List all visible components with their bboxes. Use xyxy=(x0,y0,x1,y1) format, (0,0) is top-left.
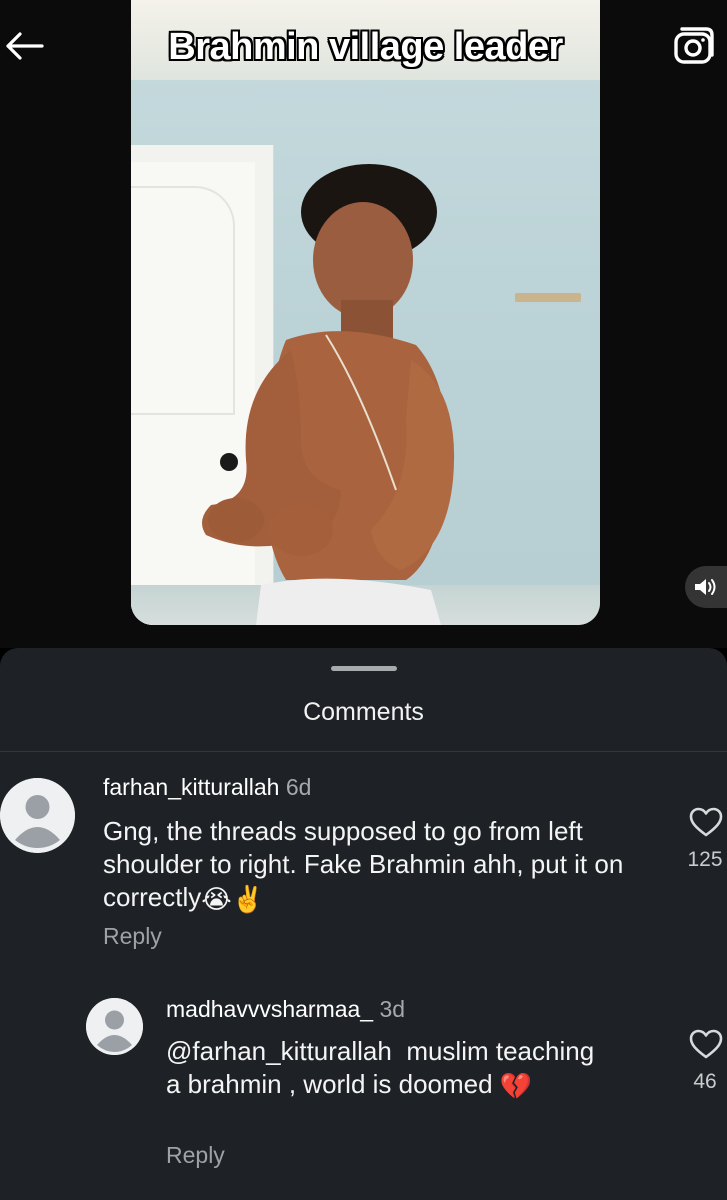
heart-icon xyxy=(689,807,723,837)
avatar[interactable] xyxy=(86,998,143,1055)
reply-button[interactable]: Reply xyxy=(166,1142,225,1169)
comment-username[interactable]: farhan_kitturallah xyxy=(103,774,279,800)
comment-timestamp: 3d xyxy=(379,996,406,1022)
back-button[interactable] xyxy=(0,22,48,70)
reel-viewer: Brahmin village leader xyxy=(0,0,727,648)
like-count: 46 xyxy=(693,1070,717,1093)
comment-emojis: 💔 xyxy=(499,1070,533,1101)
comment-text-block: Gng, the threads supposed to go from lef… xyxy=(103,815,648,916)
video-person-figure xyxy=(202,164,455,625)
camera-button[interactable] xyxy=(671,24,717,70)
comment-mention[interactable]: @farhan_kitturallah xyxy=(166,1036,392,1066)
video-wall-shelf xyxy=(515,293,581,302)
comments-sheet: Comments farhan_kitturallah 6d Gng, the … xyxy=(0,648,727,1200)
speaker-icon xyxy=(695,579,716,595)
comment-username-line: farhan_kitturallah 6d xyxy=(103,774,311,801)
reel-comments-screen: Brahmin village leader Comments farhan_k… xyxy=(0,0,727,1200)
comment-timestamp: 6d xyxy=(285,774,312,800)
video-player[interactable] xyxy=(131,0,600,625)
sound-toggle-button[interactable] xyxy=(685,566,727,608)
comment-text: Gng, the threads supposed to go from lef… xyxy=(103,816,624,912)
reply-comment-item: madhavvvsharmaa_ 3d @farhan_kitturallah … xyxy=(0,978,727,1200)
default-avatar-icon xyxy=(86,998,143,1055)
comment-emojis: 😭✌️ xyxy=(201,883,265,914)
reply-button[interactable]: Reply xyxy=(103,923,162,950)
comment-item: farhan_kitturallah 6d Gng, the threads s… xyxy=(0,648,727,978)
comment-username-line: madhavvvsharmaa_ 3d xyxy=(166,996,405,1023)
comment-username[interactable]: madhavvvsharmaa_ xyxy=(166,996,373,1022)
like-count: 125 xyxy=(687,848,723,871)
camera-icon xyxy=(674,27,714,64)
avatar[interactable] xyxy=(0,778,75,853)
default-avatar-icon xyxy=(0,778,75,853)
comment-text-block: @farhan_kitturallah muslim teaching a br… xyxy=(166,1035,596,1103)
video-caption-title: Brahmin village leader xyxy=(168,26,563,68)
like-button[interactable] xyxy=(686,804,726,840)
like-button[interactable] xyxy=(686,1026,726,1062)
heart-icon xyxy=(689,1029,723,1059)
back-arrow-icon xyxy=(6,32,44,60)
